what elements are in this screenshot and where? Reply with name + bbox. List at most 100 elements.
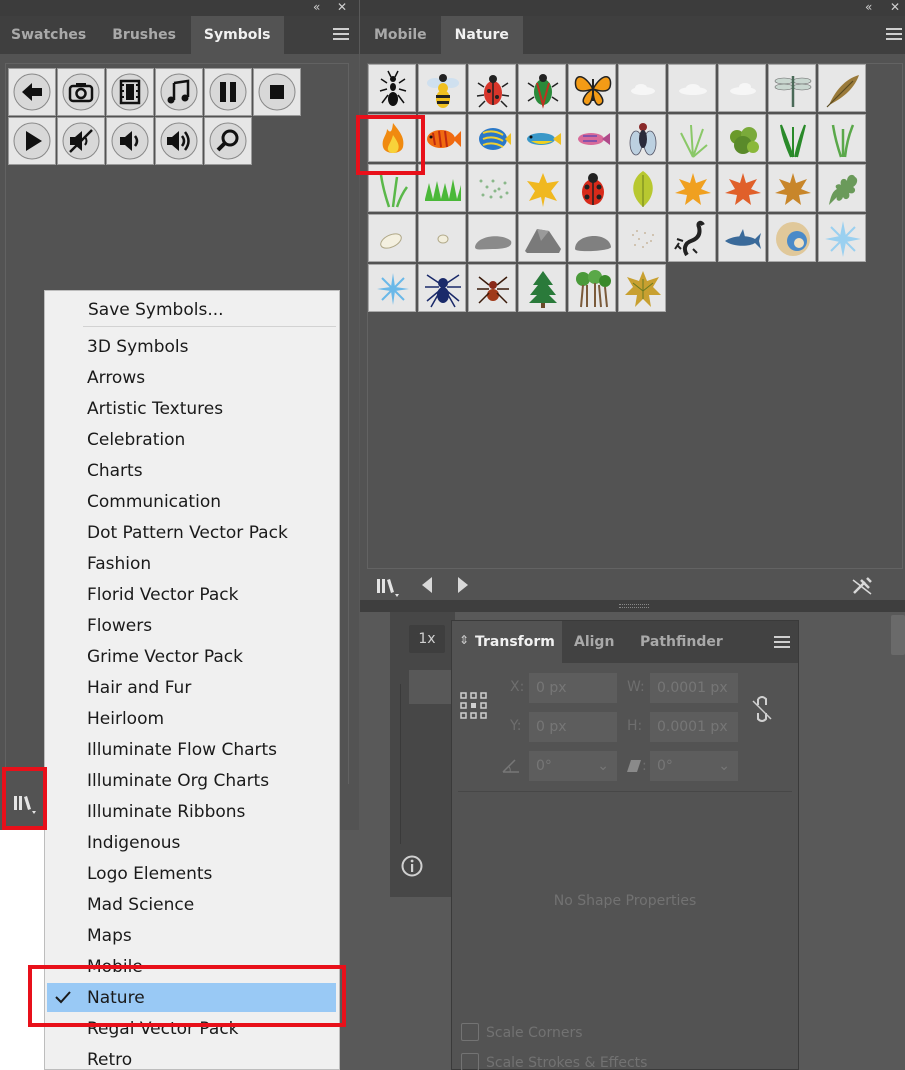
symbol-red-leaf[interactable] bbox=[718, 164, 766, 212]
symbol-scorpion[interactable] bbox=[668, 214, 716, 262]
symbol-grass-3[interactable] bbox=[818, 114, 866, 162]
symbol-maple-leaf[interactable] bbox=[618, 264, 666, 312]
rotate-field[interactable]: 0° ⌄ bbox=[529, 751, 617, 781]
shear-field[interactable]: 0° ⌄ bbox=[650, 751, 738, 781]
menu-item-flowers[interactable]: Flowers bbox=[87, 616, 152, 636]
menu-item-mad-science[interactable]: Mad Science bbox=[87, 895, 194, 915]
panel-menu-icon[interactable] bbox=[886, 28, 902, 41]
symbol-shark[interactable] bbox=[718, 214, 766, 262]
chevron-down-icon[interactable]: ⌄ bbox=[718, 751, 730, 781]
symbol-round-rock[interactable] bbox=[568, 214, 616, 262]
constrain-proportions-icon[interactable] bbox=[751, 695, 773, 723]
zoom-level[interactable]: 1x bbox=[409, 625, 445, 653]
menu-item-florid[interactable]: Florid Vector Pack bbox=[87, 585, 238, 605]
panel-menu-icon[interactable] bbox=[333, 28, 349, 41]
panel-menu-icon[interactable] bbox=[774, 636, 790, 649]
symbol-brown-leaf[interactable] bbox=[768, 164, 816, 212]
symbol-arrow-left[interactable] bbox=[8, 68, 56, 116]
close-icon[interactable]: ✕ bbox=[337, 0, 347, 14]
scale-corners-checkbox[interactable] bbox=[461, 1023, 479, 1041]
divider-grip-icon[interactable] bbox=[619, 604, 649, 608]
symbol-wasp[interactable] bbox=[418, 64, 466, 112]
symbol-music[interactable] bbox=[155, 68, 203, 116]
menu-item-fashion[interactable]: Fashion bbox=[87, 554, 151, 574]
menu-item-arrows[interactable]: Arrows bbox=[87, 368, 145, 388]
tab-symbols[interactable]: Symbols bbox=[190, 16, 284, 54]
symbol-snowflake-2[interactable] bbox=[368, 264, 416, 312]
symbol-play[interactable] bbox=[8, 117, 56, 165]
symbol-white-stone[interactable] bbox=[368, 214, 416, 262]
menu-item-heirloom[interactable]: Heirloom bbox=[87, 709, 164, 729]
menu-item-save-symbols[interactable]: Save Symbols... bbox=[88, 300, 224, 320]
tab-nature[interactable]: Nature bbox=[440, 16, 523, 54]
menu-item-flow-charts[interactable]: Illuminate Flow Charts bbox=[87, 740, 277, 760]
symbol-dragonfly[interactable] bbox=[768, 64, 816, 112]
menu-item-grime[interactable]: Grime Vector Pack bbox=[87, 647, 243, 667]
menu-item-celebration[interactable]: Celebration bbox=[87, 430, 185, 450]
tab-brushes[interactable]: Brushes bbox=[97, 16, 191, 54]
menu-item-hair-and-fur[interactable]: Hair and Fur bbox=[87, 678, 191, 698]
symbol-beetle[interactable] bbox=[468, 64, 516, 112]
symbol-grass-5[interactable] bbox=[418, 164, 466, 212]
collapse-icon[interactable]: « bbox=[313, 0, 320, 14]
close-icon[interactable]: ✕ bbox=[890, 0, 900, 14]
symbol-cloud-2[interactable] bbox=[668, 64, 716, 112]
symbol-flat-rock[interactable] bbox=[468, 214, 516, 262]
symbol-blue-fish[interactable] bbox=[518, 114, 566, 162]
break-link-icon[interactable] bbox=[851, 576, 873, 596]
symbol-mute[interactable] bbox=[57, 117, 105, 165]
symbol-red-spider[interactable] bbox=[468, 264, 516, 312]
menu-item-org-charts[interactable]: Illuminate Org Charts bbox=[87, 771, 269, 791]
scrollbar-thumb[interactable] bbox=[891, 615, 905, 655]
scale-strokes-checkbox[interactable] bbox=[461, 1053, 479, 1070]
previous-library-icon[interactable] bbox=[420, 576, 434, 594]
symbol-film[interactable] bbox=[106, 68, 154, 116]
symbol-sand[interactable] bbox=[618, 214, 666, 262]
symbol-green-leaf[interactable] bbox=[618, 164, 666, 212]
reference-point-icon[interactable] bbox=[459, 691, 489, 721]
menu-item-communication[interactable]: Communication bbox=[87, 492, 221, 512]
symbol-cloud-3[interactable] bbox=[718, 64, 766, 112]
symbol-pine-tree[interactable] bbox=[518, 264, 566, 312]
chevron-down-icon[interactable]: ⌄ bbox=[597, 751, 609, 781]
menu-item-3d-symbols[interactable]: 3D Symbols bbox=[87, 337, 189, 357]
menu-item-retro[interactable]: Retro bbox=[87, 1050, 132, 1070]
symbol-gray-rock[interactable] bbox=[518, 214, 566, 262]
symbol-fly[interactable] bbox=[618, 114, 666, 162]
menu-item-logo-elements[interactable]: Logo Elements bbox=[87, 864, 212, 884]
symbol-search[interactable] bbox=[204, 117, 252, 165]
x-field[interactable]: 0 px bbox=[529, 673, 617, 703]
symbol-small-stone[interactable] bbox=[418, 214, 466, 262]
symbol-spider[interactable] bbox=[418, 264, 466, 312]
symbol-stop[interactable] bbox=[253, 68, 301, 116]
y-field[interactable]: 0 px bbox=[529, 712, 617, 742]
tab-pathfinder[interactable]: Pathfinder bbox=[640, 621, 723, 663]
menu-item-maps[interactable]: Maps bbox=[87, 926, 132, 946]
symbol-orange-fish[interactable] bbox=[418, 114, 466, 162]
symbol-oak-leaf[interactable] bbox=[818, 164, 866, 212]
symbol-ladybug[interactable] bbox=[568, 164, 616, 212]
symbol-butterfly[interactable] bbox=[568, 64, 616, 112]
next-library-icon[interactable] bbox=[456, 576, 470, 594]
symbol-grass-1[interactable] bbox=[668, 114, 716, 162]
symbol-orange-leaf[interactable] bbox=[668, 164, 716, 212]
tab-expand-icon[interactable]: ⇕ bbox=[459, 633, 469, 647]
menu-item-dot-pattern[interactable]: Dot Pattern Vector Pack bbox=[87, 523, 288, 543]
symbol-feather[interactable] bbox=[818, 64, 866, 112]
symbol-pebbles[interactable] bbox=[468, 164, 516, 212]
symbol-ant[interactable] bbox=[368, 64, 416, 112]
symbol-snowflake-1[interactable] bbox=[818, 214, 866, 262]
symbol-pause[interactable] bbox=[204, 68, 252, 116]
symbol-green-beetle[interactable] bbox=[518, 64, 566, 112]
symbol-volume-low[interactable] bbox=[106, 117, 154, 165]
tab-align[interactable]: Align bbox=[574, 621, 614, 663]
menu-item-artistic-textures[interactable]: Artistic Textures bbox=[87, 399, 223, 419]
symbol-grass-2[interactable] bbox=[768, 114, 816, 162]
symbol-pink-fish[interactable] bbox=[568, 114, 616, 162]
menu-item-charts[interactable]: Charts bbox=[87, 461, 143, 481]
symbol-yellow-leaf[interactable] bbox=[518, 164, 566, 212]
w-field[interactable]: 0.0001 px bbox=[650, 673, 738, 703]
tab-swatches[interactable]: Swatches bbox=[0, 16, 97, 54]
symbol-bush[interactable] bbox=[718, 114, 766, 162]
symbol-libraries-icon[interactable] bbox=[375, 576, 401, 598]
